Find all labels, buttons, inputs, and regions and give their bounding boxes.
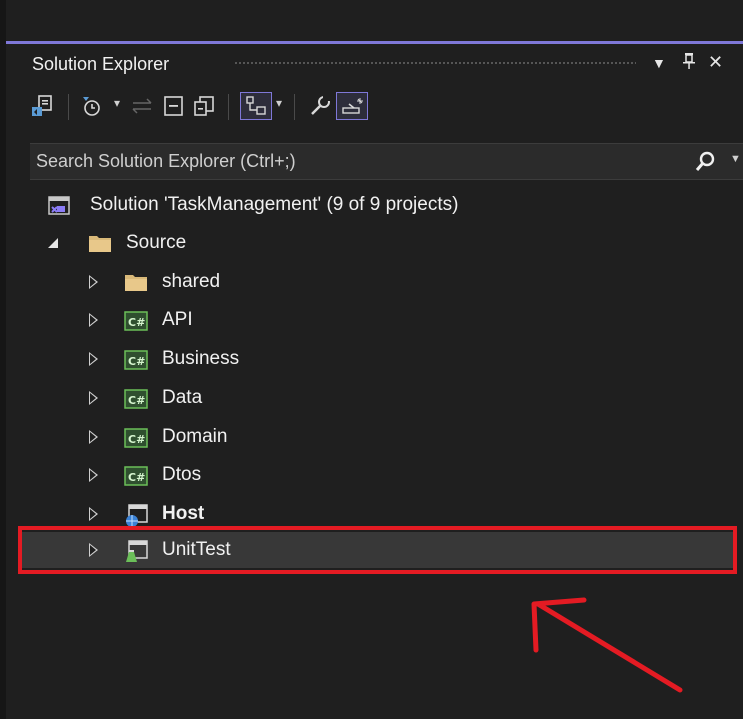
svg-text:C#: C# — [128, 355, 145, 368]
solution-toolbar: ▾ ▾ — [6, 86, 743, 130]
history-dropdown-icon[interactable]: ▾ — [114, 96, 120, 110]
tree-row-solution[interactable]: Solution 'TaskManagement' (9 of 9 projec… — [6, 186, 743, 224]
csharp-project-icon: C# — [124, 349, 148, 376]
collapsed-arrow-icon[interactable] — [89, 468, 98, 482]
tree-row-data[interactable]: C# Data — [6, 379, 743, 417]
collapsed-arrow-icon[interactable] — [89, 430, 98, 444]
tree-item-label: Domain — [162, 426, 228, 447]
collapse-all-icon[interactable] — [160, 92, 188, 120]
sync-icon[interactable] — [28, 92, 56, 120]
tree-row-business[interactable]: C# Business — [6, 340, 743, 378]
solution-label: Solution 'TaskManagement' (9 of 9 projec… — [90, 194, 459, 215]
back-forward-icon[interactable] — [128, 92, 156, 120]
history-icon[interactable] — [78, 92, 106, 120]
collapsed-arrow-icon[interactable] — [89, 507, 98, 521]
svg-text:C#: C# — [128, 433, 145, 446]
folder-icon — [124, 272, 148, 299]
folder-icon — [88, 233, 112, 260]
toolbar-separator — [68, 94, 69, 120]
copy-icon[interactable] — [190, 92, 218, 120]
tree-item-label: Data — [162, 387, 203, 408]
tree-row-source[interactable]: Source — [6, 224, 743, 262]
search-input[interactable] — [36, 150, 666, 172]
panel-titlebar: Solution Explorer ▼ ✕ — [6, 44, 743, 82]
pin-button[interactable] — [682, 52, 696, 75]
show-all-files-icon[interactable] — [240, 92, 272, 120]
panel-options-button[interactable]: ▼ — [652, 55, 666, 71]
svg-text:C#: C# — [128, 316, 145, 329]
csharp-project-icon: C# — [124, 427, 148, 454]
panel-title: Solution Explorer — [32, 54, 170, 74]
search-bar: ▼ — [30, 143, 743, 180]
preview-icon[interactable] — [336, 92, 368, 120]
csharp-project-icon: C# — [124, 310, 148, 337]
close-button[interactable]: ✕ — [708, 52, 723, 73]
svg-text:C#: C# — [128, 471, 145, 484]
annotation-highlight-box — [18, 526, 737, 574]
toolbar-separator — [294, 94, 295, 120]
tree-row-dtos[interactable]: C# Dtos — [6, 456, 743, 494]
expanded-arrow-icon[interactable] — [48, 238, 58, 248]
csharp-project-icon: C# — [124, 388, 148, 415]
collapsed-arrow-icon[interactable] — [89, 352, 98, 366]
tree-item-label: Business — [162, 348, 240, 369]
window-top-background — [0, 0, 743, 40]
tree-row-domain[interactable]: C# Domain — [6, 418, 743, 456]
collapsed-arrow-icon[interactable] — [89, 313, 98, 327]
tree-item-label: Host — [162, 503, 205, 524]
annotation-arrow-icon — [531, 597, 683, 693]
tree-item-label: API — [162, 309, 193, 330]
collapsed-arrow-icon[interactable] — [89, 275, 98, 289]
svg-text:C#: C# — [128, 394, 145, 407]
titlebar-grip[interactable] — [234, 61, 636, 66]
collapsed-arrow-icon[interactable] — [89, 391, 98, 405]
search-options-dropdown-icon[interactable]: ▼ — [730, 153, 741, 165]
toolbar-separator — [228, 94, 229, 120]
search-icon[interactable] — [695, 150, 717, 177]
source-label: Source — [126, 232, 187, 253]
solution-icon — [48, 195, 70, 222]
properties-icon[interactable] — [306, 92, 334, 120]
view-dropdown-icon[interactable]: ▾ — [276, 96, 282, 110]
csharp-project-icon: C# — [124, 465, 148, 492]
tree-item-label: Dtos — [162, 464, 202, 485]
tree-row-api[interactable]: C# API — [6, 301, 743, 339]
tree-item-label: shared — [162, 271, 221, 292]
tree-row-shared[interactable]: shared — [6, 263, 743, 301]
